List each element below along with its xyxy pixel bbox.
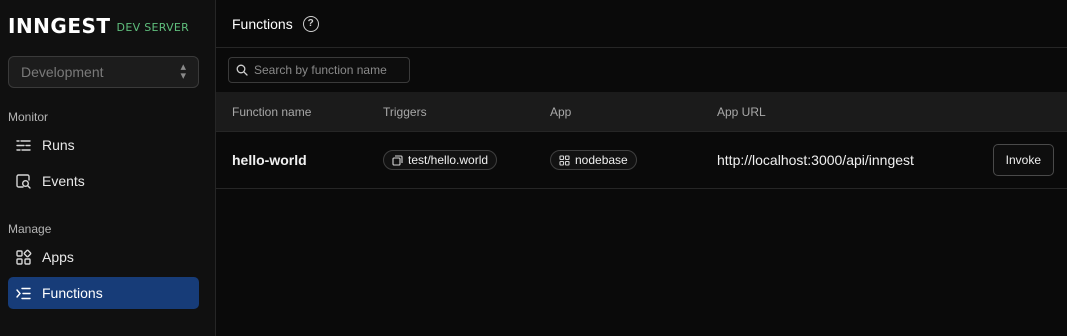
search-input[interactable] <box>254 63 404 77</box>
brand: INNGEST DEV SERVER <box>8 14 189 38</box>
brand-logo: INNGEST <box>8 14 111 38</box>
actions-cell: Invoke <box>977 144 1067 176</box>
event-trigger-icon <box>392 154 403 166</box>
environment-selected-value: Development <box>21 64 104 80</box>
sidebar-item-label: Runs <box>42 137 75 153</box>
column-header-app-url[interactable]: App URL <box>717 105 977 119</box>
sidebar-item-runs[interactable]: Runs <box>8 129 199 161</box>
sidebar-item-functions[interactable]: Functions <box>8 277 199 309</box>
table-row[interactable]: hello-world test/hello.world nodebase ht… <box>216 132 1067 189</box>
invoke-button[interactable]: Invoke <box>992 144 1054 176</box>
search-box[interactable] <box>228 57 410 83</box>
apps-grid-icon <box>559 154 570 166</box>
page-header: Functions ? <box>216 0 1067 48</box>
column-header-app[interactable]: App <box>550 105 717 119</box>
sidebar-item-label: Apps <box>42 249 74 265</box>
sidebar-item-label: Events <box>42 173 85 189</box>
search-bar <box>216 48 1067 92</box>
trigger-label: test/hello.world <box>408 153 489 167</box>
trigger-pill[interactable]: test/hello.world <box>383 150 498 170</box>
search-icon <box>236 64 248 76</box>
column-header-function-name[interactable]: Function name <box>216 105 383 119</box>
app-root: INNGEST DEV SERVER Development ▴ ▾ Monito… <box>0 0 1067 336</box>
sidebar-item-label: Functions <box>42 285 103 301</box>
app-url-cell: http://localhost:3000/api/inngest <box>717 152 914 168</box>
section-label-manage: Manage <box>8 222 52 236</box>
page-title: Functions <box>232 15 293 32</box>
section-label-monitor: Monitor <box>8 110 49 124</box>
chevron-up-down-icon: ▴ ▾ <box>180 61 186 82</box>
apps-grid-icon <box>16 249 32 265</box>
sidebar-item-events[interactable]: Events <box>8 165 199 197</box>
function-name-cell[interactable]: hello-world <box>216 152 383 168</box>
runs-list-icon <box>16 139 31 151</box>
environment-select[interactable]: Development ▴ ▾ <box>8 56 199 88</box>
events-search-icon <box>16 173 31 189</box>
app-cell: nodebase <box>550 150 717 170</box>
app-label: nodebase <box>575 153 628 167</box>
sidebar-item-apps[interactable]: Apps <box>8 241 199 273</box>
column-header-triggers[interactable]: Triggers <box>383 105 550 119</box>
app-pill[interactable]: nodebase <box>550 150 637 170</box>
main-content: Functions ? Function name Triggers App A… <box>216 0 1067 336</box>
table-header: Function name Triggers App App URL <box>216 92 1067 132</box>
trigger-cell: test/hello.world <box>383 150 550 170</box>
help-circle-icon[interactable]: ? <box>302 15 319 32</box>
sidebar: INNGEST DEV SERVER Development ▴ ▾ Monito… <box>0 0 216 336</box>
dev-server-tag: DEV SERVER <box>116 20 190 34</box>
functions-list-icon <box>16 287 31 299</box>
